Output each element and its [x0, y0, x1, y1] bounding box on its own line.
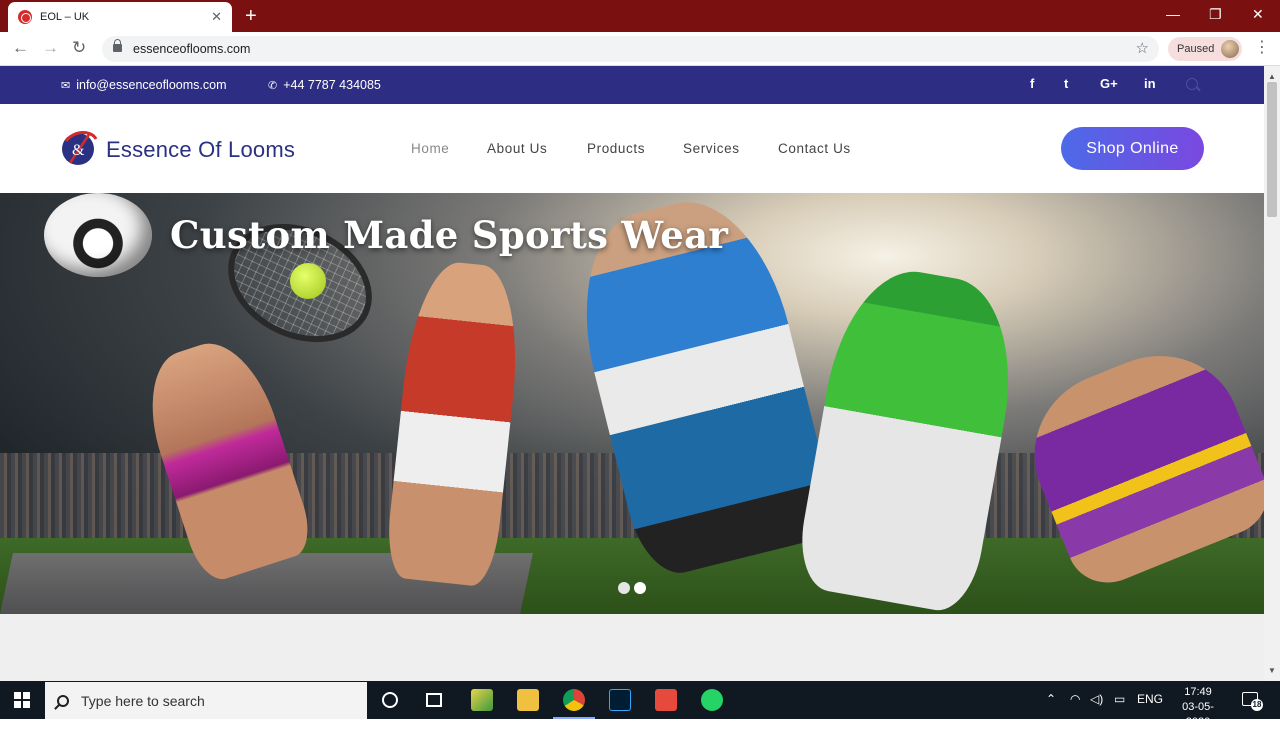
- notification-center-icon[interactable]: 18: [1242, 692, 1263, 711]
- nav-services[interactable]: Services: [683, 141, 740, 156]
- nav-about-us[interactable]: About Us: [487, 141, 547, 156]
- page-scrollbar[interactable]: ▲ ▼: [1264, 66, 1280, 681]
- slider-dots: [618, 582, 646, 594]
- slider-dot-1[interactable]: [618, 582, 630, 594]
- contact-email[interactable]: ✉ info@essenceoflooms.com: [61, 78, 226, 92]
- bookmark-star-icon[interactable]: ☆: [1136, 39, 1149, 57]
- scroll-down-icon[interactable]: ▼: [1268, 666, 1276, 675]
- restore-button[interactable]: ❐: [1209, 4, 1222, 24]
- tray-chevron-icon[interactable]: ⌃: [1046, 692, 1056, 706]
- close-window-button[interactable]: ✕: [1252, 4, 1264, 24]
- profile-button[interactable]: Paused: [1168, 37, 1242, 61]
- search-icon[interactable]: [1186, 78, 1198, 90]
- whatsapp-icon[interactable]: [701, 689, 723, 711]
- windows-start-icon[interactable]: [14, 692, 30, 708]
- slider-dot-2[interactable]: [634, 582, 646, 594]
- reload-icon[interactable]: ↻: [72, 38, 86, 58]
- site-header: & Essence Of Looms Home About Us Product…: [0, 104, 1264, 193]
- search-icon: [57, 694, 69, 707]
- language-indicator[interactable]: ENG: [1137, 692, 1163, 706]
- brand-name[interactable]: Essence Of Looms: [106, 137, 295, 163]
- nav-products[interactable]: Products: [587, 141, 645, 156]
- chrome-icon[interactable]: [553, 689, 595, 719]
- windows-taskbar: Type here to search ⌃ ◠ ◁) ▭ ENG 17:49 0…: [0, 681, 1280, 728]
- menu-kebab-icon[interactable]: ⋮: [1254, 38, 1270, 58]
- hero-slider: Custom Made Sports Wear: [0, 193, 1264, 614]
- battery-icon[interactable]: ▭: [1114, 692, 1125, 706]
- tab-close-icon[interactable]: ✕: [211, 9, 222, 25]
- envelope-icon: ✉: [61, 79, 71, 92]
- forward-arrow-icon[interactable]: →: [42, 38, 59, 58]
- wifi-icon[interactable]: ◠: [1070, 692, 1080, 706]
- file-explorer-icon[interactable]: [517, 689, 539, 711]
- app-icon[interactable]: [471, 689, 493, 711]
- linkedin-icon[interactable]: in: [1144, 76, 1156, 91]
- tennis-ball: [290, 263, 326, 299]
- content-section: [0, 614, 1264, 681]
- back-arrow-icon[interactable]: ←: [12, 38, 29, 58]
- facebook-icon[interactable]: f: [1030, 76, 1034, 91]
- taskbar-clock[interactable]: 17:49 03-05-2020: [1170, 685, 1226, 730]
- phone-icon: ✆: [268, 79, 278, 92]
- favicon-icon: [18, 10, 32, 24]
- lock-icon: [113, 39, 122, 52]
- email-text: info@essenceoflooms.com: [76, 78, 227, 92]
- browser-tab[interactable]: EOL – UK ✕: [8, 2, 232, 32]
- address-bar[interactable]: essenceoflooms.com ☆: [102, 36, 1159, 62]
- volume-icon[interactable]: ◁): [1090, 692, 1103, 706]
- phone-text: +44 7787 434085: [283, 78, 381, 92]
- anydesk-icon[interactable]: [655, 689, 677, 711]
- minimize-button[interactable]: —: [1166, 4, 1180, 24]
- brand-logo-icon[interactable]: &: [60, 125, 100, 169]
- tab-title: EOL – UK: [40, 11, 90, 23]
- avatar: [1221, 40, 1239, 58]
- photoshop-icon[interactable]: [609, 689, 631, 711]
- hero-headline: Custom Made Sports Wear: [170, 213, 729, 257]
- svg-text:&: &: [72, 142, 85, 159]
- clock-date: 03-05-2020: [1182, 701, 1214, 728]
- nav-contact-us[interactable]: Contact Us: [778, 141, 851, 156]
- search-placeholder: Type here to search: [81, 692, 205, 709]
- scroll-up-icon[interactable]: ▲: [1268, 72, 1276, 81]
- browser-tab-bar: EOL – UK ✕ + — ❐ ✕: [0, 0, 1280, 32]
- football: [44, 193, 152, 277]
- new-tab-button[interactable]: +: [245, 4, 257, 28]
- clock-time: 17:49: [1184, 686, 1212, 698]
- cortana-icon[interactable]: [382, 692, 398, 708]
- notification-count: 18: [1251, 699, 1263, 711]
- contact-phone[interactable]: ✆ +44 7787 434085: [268, 78, 381, 92]
- scrollbar-thumb[interactable]: [1267, 82, 1277, 217]
- address-url[interactable]: essenceoflooms.com: [133, 42, 250, 56]
- profile-status: Paused: [1177, 43, 1215, 55]
- contact-topbar: ✉ info@essenceoflooms.com ✆ +44 7787 434…: [0, 66, 1264, 104]
- taskbar-search-box[interactable]: Type here to search: [45, 682, 367, 719]
- twitter-icon[interactable]: t: [1064, 76, 1068, 91]
- nav-home[interactable]: Home: [411, 141, 449, 156]
- task-view-icon[interactable]: [426, 693, 442, 707]
- google-plus-icon[interactable]: G+: [1100, 76, 1118, 91]
- browser-toolbar: ← → ↻ essenceoflooms.com ☆ Paused ⋮: [0, 32, 1280, 66]
- shop-online-button[interactable]: Shop Online: [1061, 127, 1204, 170]
